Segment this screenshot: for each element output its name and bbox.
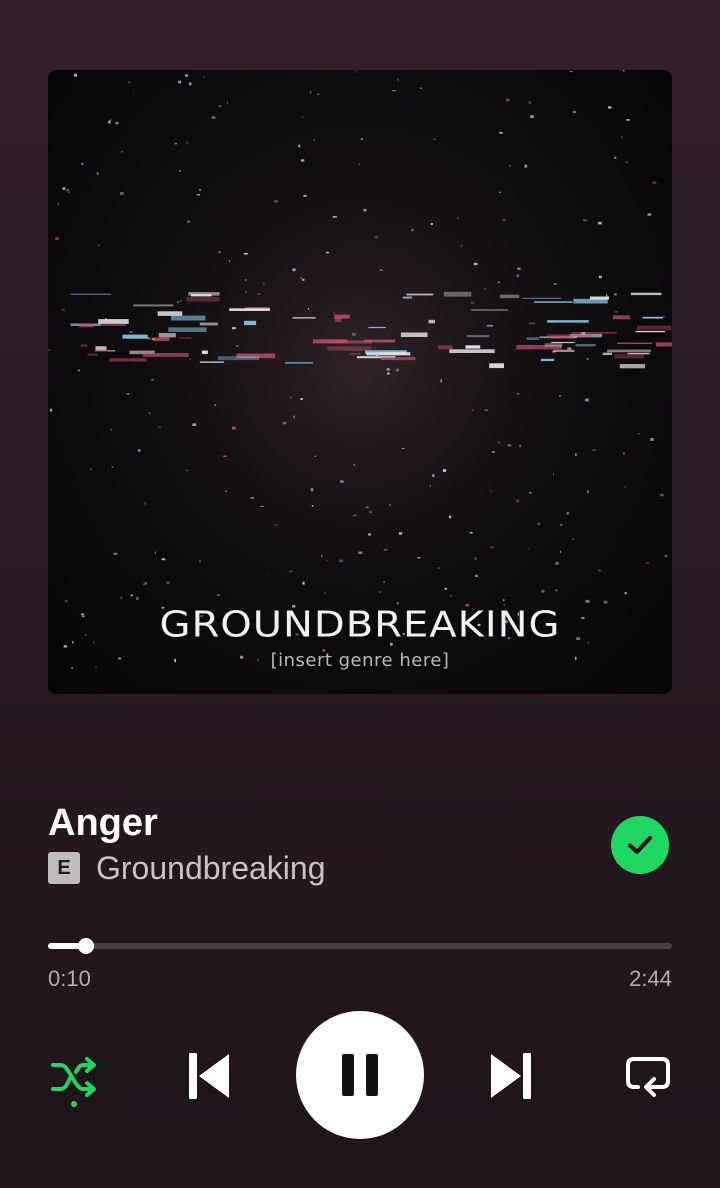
album-art-subtitle: [insert genre here]	[270, 650, 450, 671]
shuffle-active-dot	[71, 1101, 77, 1107]
pause-button[interactable]	[296, 1011, 424, 1139]
album-art-texture	[48, 70, 672, 694]
total-time: 2:44	[629, 966, 672, 991]
track-title[interactable]: Anger	[48, 801, 158, 845]
shuffle-icon	[51, 1057, 96, 1097]
explicit-badge: E	[48, 852, 80, 884]
album-art: GROUNDBREAKING [insert genre here]	[48, 70, 672, 694]
pause-icon	[342, 1054, 378, 1096]
skip-previous-icon	[189, 1053, 229, 1099]
shuffle-button[interactable]	[44, 1046, 104, 1116]
check-icon	[627, 835, 653, 855]
progress-knob[interactable]	[78, 938, 95, 954]
album-art-title: GROUNDBREAKING	[159, 604, 561, 646]
next-button[interactable]	[484, 1046, 540, 1106]
artist-row: E Groundbreaking	[48, 850, 325, 887]
repeat-icon	[626, 1057, 670, 1097]
liked-button[interactable]	[611, 816, 669, 874]
artist-name[interactable]: Groundbreaking	[96, 850, 325, 887]
repeat-button[interactable]	[620, 1048, 676, 1104]
previous-button[interactable]	[180, 1046, 236, 1106]
skip-next-icon	[491, 1053, 531, 1099]
elapsed-time: 0:10	[48, 966, 91, 991]
progress-bar[interactable]	[48, 938, 672, 954]
